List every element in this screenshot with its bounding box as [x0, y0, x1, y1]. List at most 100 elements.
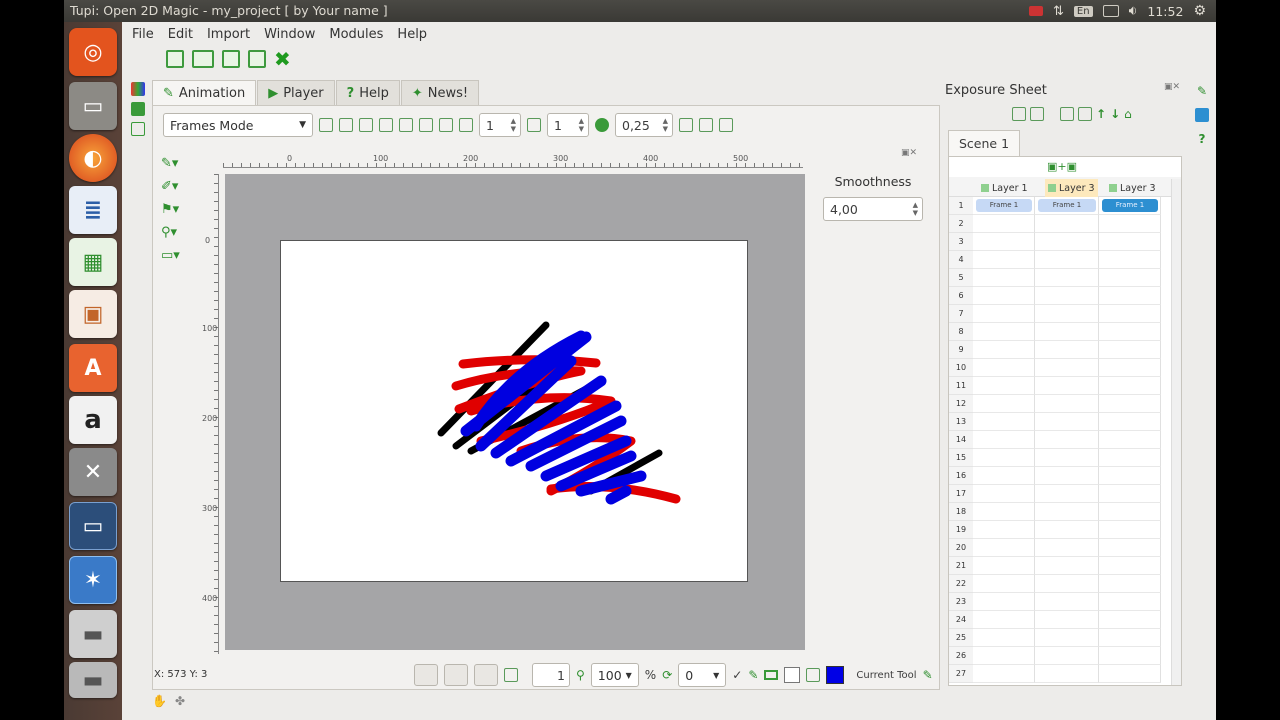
frame-cell[interactable] — [1035, 467, 1099, 485]
opacity-spinbox[interactable]: 0,25 ▲ ▼ — [615, 113, 673, 137]
frame-cell[interactable] — [973, 611, 1035, 629]
frame-cell[interactable] — [1099, 305, 1161, 323]
frame-cell[interactable] — [1035, 575, 1099, 593]
frame-cell[interactable] — [1035, 395, 1099, 413]
frame-cell[interactable] — [1099, 467, 1161, 485]
drawing-paper[interactable] — [280, 240, 748, 582]
onion-icon[interactable] — [459, 118, 473, 132]
frame-cell[interactable] — [973, 647, 1035, 665]
battery-icon[interactable] — [1102, 5, 1119, 17]
export-icon[interactable] — [699, 118, 713, 132]
frame-cell[interactable] — [1099, 395, 1161, 413]
frame-cell[interactable] — [1099, 521, 1161, 539]
frame-cell[interactable]: Frame 1 — [1099, 197, 1161, 215]
remove-layer-icon[interactable] — [1030, 107, 1044, 121]
frame-cell[interactable] — [973, 467, 1035, 485]
frame-cell[interactable] — [973, 593, 1035, 611]
opacity-icon[interactable] — [595, 118, 609, 132]
frame-cell[interactable] — [1099, 665, 1161, 683]
color-icon[interactable] — [806, 668, 821, 682]
frame-cell[interactable] — [1099, 449, 1161, 467]
frame-cell[interactable] — [1099, 341, 1161, 359]
frame-cell[interactable] — [1099, 287, 1161, 305]
frame-cell[interactable] — [1099, 611, 1161, 629]
frame-cell[interactable] — [1099, 557, 1161, 575]
software-center-icon[interactable]: A — [69, 344, 117, 392]
frame-cell[interactable] — [1035, 611, 1099, 629]
frame-cell[interactable] — [1035, 287, 1099, 305]
frame-cell[interactable] — [973, 359, 1035, 377]
move-up-icon[interactable]: ↑ — [1096, 107, 1106, 121]
frame-cell[interactable]: Frame 1 — [1035, 197, 1099, 215]
frame-cell[interactable] — [1035, 665, 1099, 683]
library-icon[interactable] — [131, 122, 145, 136]
amazon-icon[interactable]: a — [69, 396, 117, 444]
frame-cell[interactable] — [1035, 215, 1099, 233]
add-frame-icon[interactable] — [1060, 107, 1074, 121]
frame-cell[interactable] — [973, 287, 1035, 305]
frame-cell[interactable] — [1099, 251, 1161, 269]
palette-icon[interactable] — [131, 82, 145, 96]
impress-icon[interactable]: ▣ — [69, 290, 117, 338]
frame-cell[interactable] — [973, 395, 1035, 413]
frame-cell[interactable] — [973, 575, 1035, 593]
tab-help[interactable]: ? Help — [335, 80, 400, 106]
frame-cell[interactable] — [1035, 449, 1099, 467]
frame-label[interactable]: Frame 1 — [976, 199, 1032, 212]
layer-header-1[interactable]: Layer 1 — [981, 179, 1028, 197]
camera-icon[interactable] — [719, 118, 733, 132]
frame-cell[interactable] — [973, 431, 1035, 449]
layers-icon[interactable] — [504, 668, 518, 682]
writer-icon[interactable]: ≣ — [69, 186, 117, 234]
rotation-select[interactable]: 0 ▼ — [678, 663, 727, 687]
panel-float-icon[interactable]: ▣✕ — [1164, 82, 1180, 92]
frame-cell[interactable] — [1099, 575, 1161, 593]
frame-cell[interactable] — [1035, 233, 1099, 251]
add-scene-icon[interactable]: ▣+▣ — [1047, 160, 1077, 173]
fill-tool-icon[interactable]: ⚑▾ — [161, 202, 180, 217]
settings-icon[interactable]: ✕ — [69, 448, 117, 496]
frame-cell[interactable] — [973, 539, 1035, 557]
frame-cell[interactable] — [973, 341, 1035, 359]
onion-toggle-icon[interactable] — [764, 670, 779, 680]
frame-cell[interactable] — [973, 557, 1035, 575]
antialias-check-icon[interactable]: ✓ — [732, 668, 742, 682]
tab-scene-1[interactable]: Scene 1 — [948, 130, 1021, 156]
frame-cell[interactable] — [1099, 377, 1161, 395]
tab-animation[interactable]: ✎ Animation — [152, 80, 257, 106]
menu-file[interactable]: File — [132, 27, 154, 42]
columns-icon[interactable] — [419, 118, 433, 132]
frame-cell[interactable] — [973, 233, 1035, 251]
fullscreen-icon[interactable] — [474, 664, 498, 686]
firefox-icon[interactable]: ◐ — [69, 134, 117, 182]
preview-icon[interactable] — [679, 118, 693, 132]
clock[interactable]: 11:52 — [1147, 4, 1183, 19]
files-icon[interactable]: ▭ — [69, 82, 117, 130]
frame-cell[interactable] — [1035, 431, 1099, 449]
menu-import[interactable]: Import — [207, 27, 250, 42]
onion-previous-spinbox[interactable]: 1 ▲ ▼ — [479, 113, 521, 137]
layer-header-2[interactable]: Layer 3 — [1045, 179, 1098, 197]
save-icon[interactable] — [248, 50, 266, 68]
grid-icon[interactable] — [444, 664, 468, 686]
mirror-icon[interactable] — [399, 118, 413, 132]
frame-cell[interactable] — [1035, 251, 1099, 269]
lock-icon[interactable]: ⌂ — [1124, 107, 1132, 121]
keyboard-indicator[interactable]: En — [1073, 5, 1093, 17]
frame-cell[interactable] — [973, 215, 1035, 233]
layer-visibility-icon[interactable] — [981, 184, 989, 192]
frame-cell[interactable] — [1035, 593, 1099, 611]
copy-frame-icon[interactable] — [359, 118, 373, 132]
frame-cell[interactable] — [973, 485, 1035, 503]
shape-tool-icon[interactable]: ▭▾ — [161, 248, 180, 263]
pen-icon[interactable]: ✎ — [748, 668, 758, 682]
tab-player[interactable]: ▶ Player — [257, 80, 335, 106]
frame-cell[interactable] — [1035, 377, 1099, 395]
frame-cell[interactable] — [1099, 323, 1161, 341]
frame-cell[interactable] — [973, 323, 1035, 341]
frame-cell[interactable] — [1035, 305, 1099, 323]
frame-cell[interactable] — [1099, 593, 1161, 611]
frame-cell[interactable] — [1099, 503, 1161, 521]
mode-select[interactable]: Frames Mode ▼ — [163, 113, 313, 137]
frame-cell[interactable] — [1035, 413, 1099, 431]
